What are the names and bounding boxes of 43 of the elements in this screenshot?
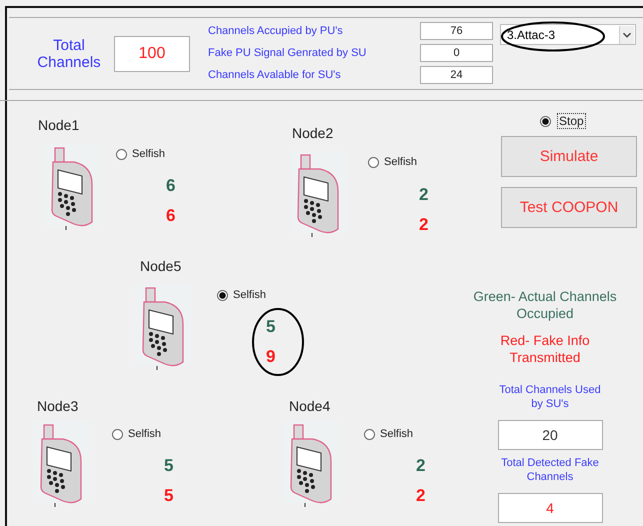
node-label: Node2 <box>292 125 334 141</box>
stat-label: Channels Avalable for SU's <box>208 68 342 80</box>
selfish-radio[interactable]: Selfish <box>116 148 166 160</box>
node-label: Node3 <box>37 398 78 414</box>
node-label: Node4 <box>289 398 330 414</box>
radio-button[interactable] <box>540 116 551 126</box>
node-label: Node1 <box>38 117 80 133</box>
fake-count: 9 <box>266 347 276 367</box>
radio-button[interactable] <box>217 290 228 300</box>
attack-dropdown[interactable]: 3.Attac-3 <box>500 24 636 45</box>
stat-field[interactable]: 76 <box>420 22 493 40</box>
selfish-radio[interactable]: Selfish <box>368 156 418 168</box>
node-label: Node5 <box>140 258 182 274</box>
actual-count: 2 <box>416 456 426 476</box>
total-field[interactable]: 20 <box>498 420 602 450</box>
total-channels-label: Total Channels <box>36 36 102 70</box>
radio-button[interactable] <box>368 156 379 168</box>
fake-count: 5 <box>164 486 174 506</box>
total-label: Total Channels Used by SU's <box>498 383 602 411</box>
fake-count: 6 <box>166 206 176 226</box>
actual-count: 6 <box>166 176 176 196</box>
caret-icon <box>619 26 634 44</box>
stat-field[interactable]: 0 <box>420 44 493 62</box>
radio-button[interactable] <box>112 428 123 440</box>
selfish-radio[interactable]: Selfish <box>217 289 266 301</box>
selfish-radio[interactable]: Selfish <box>364 428 414 440</box>
stat-label: Fake PU Signal Genrated by SU <box>208 46 368 58</box>
actual-count: 5 <box>266 317 276 337</box>
total-field[interactable]: 4 <box>498 493 602 523</box>
total-label: Total Detected Fake Channels <box>500 456 600 484</box>
fake-count: 2 <box>419 215 428 235</box>
total-channels-field[interactable]: 100 <box>114 36 190 72</box>
stat-label: Channels Accupied by PU's <box>208 24 344 36</box>
radio-button[interactable] <box>116 148 127 160</box>
legend-text: Red- Fake Info Transmitted <box>499 332 591 366</box>
stat-field[interactable]: 24 <box>420 66 493 84</box>
annotation-ellipse <box>251 307 305 377</box>
radio-button[interactable] <box>364 428 375 440</box>
legend-text: Green- Actual Channels Occupied <box>472 288 618 322</box>
selfish-radio[interactable]: Selfish <box>112 428 162 440</box>
actual-count: 5 <box>164 456 174 476</box>
actual-count: 2 <box>419 185 428 205</box>
fake-count: 2 <box>416 486 426 506</box>
